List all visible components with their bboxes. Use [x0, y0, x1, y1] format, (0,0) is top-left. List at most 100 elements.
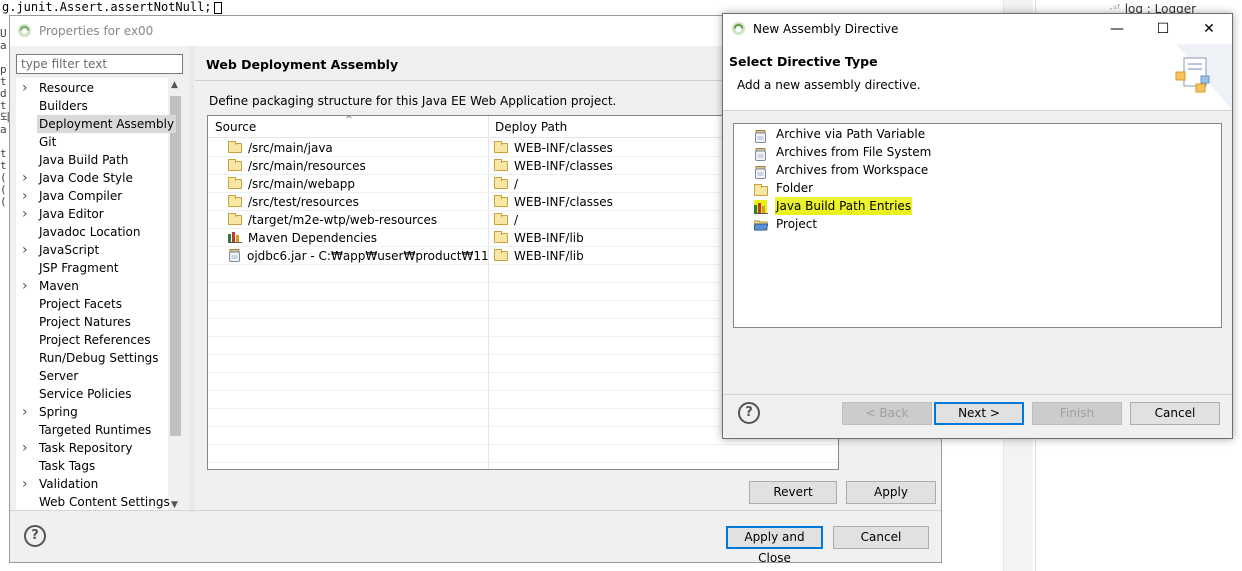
close-icon[interactable]: ✕: [1187, 17, 1231, 41]
directive-type-label: Folder: [776, 181, 814, 195]
tree-item[interactable]: Run/Debug Settings: [16, 349, 166, 367]
expand-chevron-icon[interactable]: ›: [22, 241, 28, 259]
cancel-button[interactable]: Cancel: [1130, 402, 1220, 425]
tree-item-label: Validation: [39, 477, 99, 491]
tree-item[interactable]: › Spring: [16, 403, 166, 421]
next-button[interactable]: Next >: [934, 402, 1024, 425]
library-icon: [228, 231, 242, 243]
folder-icon: [228, 177, 242, 189]
tree-item[interactable]: Targeted Runtimes: [16, 421, 166, 439]
tree-item[interactable]: Server: [16, 367, 166, 385]
filter-input[interactable]: type filter text: [16, 54, 183, 74]
tree-sash[interactable]: [190, 46, 194, 512]
text-cursor: [213, 1, 222, 14]
expand-chevron-icon[interactable]: ›: [22, 277, 28, 295]
tree-item-label: Run/Debug Settings: [39, 351, 159, 365]
deploy-path-cell: WEB-INF/lib: [494, 231, 584, 245]
deploy-path-text: WEB-INF/classes: [514, 195, 613, 209]
tree-item-label: Java Editor: [39, 207, 104, 221]
source-cell: /src/main/resources: [228, 159, 488, 173]
source-text: Maven Dependencies: [248, 231, 378, 245]
scroll-down-icon[interactable]: ▼: [171, 500, 178, 510]
tree-item[interactable]: › Validation: [16, 475, 166, 493]
deploy-path-cell: /: [494, 213, 518, 227]
tree-item[interactable]: Task Tags: [16, 457, 166, 475]
apply-and-close-button[interactable]: Apply and Close: [726, 526, 823, 565]
folder-icon: [754, 184, 768, 196]
folder-icon: [494, 141, 508, 153]
tree-scrollbar[interactable]: ▲ ▼: [168, 78, 183, 510]
folder-icon: [228, 195, 242, 207]
tree-item[interactable]: › Java Compiler: [16, 187, 166, 205]
tree-item-label: Project References: [39, 333, 151, 347]
tree-item[interactable]: › JavaScript: [16, 241, 166, 259]
scroll-up-icon[interactable]: ▲: [171, 80, 178, 90]
tree-item[interactable]: › Maven: [16, 277, 166, 295]
table-row: [208, 445, 838, 463]
tree-item[interactable]: Deployment Assembly: [16, 115, 177, 133]
help-icon[interactable]: ?: [24, 525, 46, 547]
tree-item[interactable]: › Task Repository: [16, 439, 166, 457]
back-button[interactable]: < Back: [842, 402, 932, 425]
tree-item[interactable]: Git: [16, 133, 166, 151]
column-header-source[interactable]: Source: [215, 120, 256, 134]
tree-item[interactable]: Java Build Path: [16, 151, 166, 169]
revert-button[interactable]: Revert: [749, 481, 837, 504]
tree-item[interactable]: Builders: [16, 97, 166, 115]
tree-item[interactable]: Javadoc Location: [16, 223, 166, 241]
tree-item[interactable]: Service Policies: [16, 385, 166, 403]
tree-item[interactable]: Project Facets: [16, 295, 166, 313]
expand-chevron-icon[interactable]: ›: [22, 169, 28, 187]
tree-item[interactable]: › Java Code Style: [16, 169, 166, 187]
wizard-title: New Assembly Directive: [753, 22, 899, 36]
tree-item[interactable]: Project References: [16, 331, 166, 349]
source-text: ojdbc6.jar - C:₩app₩user₩product₩11.2.0₩: [247, 249, 488, 263]
deploy-path-cell: WEB-INF/classes: [494, 141, 613, 155]
tree-item-label: Targeted Runtimes: [39, 423, 152, 437]
tree-item-label: Java Code Style: [39, 171, 133, 185]
expand-chevron-icon[interactable]: ›: [22, 79, 28, 97]
directive-type-label: Project: [776, 217, 818, 231]
finish-button[interactable]: Finish: [1032, 402, 1122, 425]
source-cell: /src/test/resources: [228, 195, 488, 209]
expand-chevron-icon[interactable]: ›: [22, 205, 28, 223]
tree-item-label: Java Build Path: [39, 153, 129, 167]
tree-item[interactable]: Project Natures: [16, 313, 166, 331]
tree-item[interactable]: JSP Fragment: [16, 259, 166, 277]
tree-item-label: Task Tags: [39, 459, 96, 473]
tree-item-label: Builders: [39, 99, 88, 113]
tree-item-label: Server: [39, 369, 79, 383]
folder-icon: [494, 249, 508, 261]
new-assembly-directive-dialog: New Assembly Directive — ☐ ✕ Select Dire…: [722, 13, 1233, 439]
wizard-titlebar[interactable]: New Assembly Directive — ☐ ✕: [723, 14, 1232, 44]
wizard-heading: Select Directive Type: [729, 54, 878, 69]
cancel-button[interactable]: Cancel: [833, 526, 929, 549]
directive-type-label: Archives from File System: [776, 145, 932, 159]
properties-title: Properties for ex00: [39, 24, 154, 38]
deploy-path-cell: /: [494, 177, 518, 191]
expand-chevron-icon[interactable]: ›: [22, 475, 28, 493]
tree-item-label: Resource: [39, 81, 95, 95]
expand-chevron-icon[interactable]: ›: [22, 403, 28, 421]
deploy-path-text: WEB-INF/lib: [514, 249, 584, 263]
folder-icon: [494, 213, 508, 225]
directive-type-label: Java Build Path Entries: [775, 197, 913, 215]
wizard-description: Add a new assembly directive.: [737, 78, 921, 92]
tree-item[interactable]: Web Content Settings: [16, 493, 170, 511]
tree-item[interactable]: › Resource: [16, 79, 166, 97]
deploy-path-text: /: [514, 177, 519, 191]
properties-tree: ▲ ▼ › Resource Builders Deployment Assembly…: [16, 78, 183, 510]
apply-button[interactable]: Apply: [846, 481, 936, 504]
deploy-path-cell: WEB-INF/classes: [494, 195, 613, 209]
help-icon[interactable]: ?: [738, 402, 760, 424]
folder-icon: [228, 213, 242, 225]
source-text: /src/main/webapp: [248, 177, 356, 191]
scroll-thumb[interactable]: [170, 96, 181, 436]
expand-chevron-icon[interactable]: ›: [22, 439, 28, 457]
minimize-icon[interactable]: —: [1095, 17, 1139, 41]
tree-item[interactable]: › Java Editor: [16, 205, 166, 223]
sort-arrow-icon: ^: [345, 115, 353, 125]
column-header-deploy-path[interactable]: Deploy Path: [495, 120, 567, 134]
expand-chevron-icon[interactable]: ›: [22, 187, 28, 205]
maximize-icon[interactable]: ☐: [1141, 17, 1185, 41]
